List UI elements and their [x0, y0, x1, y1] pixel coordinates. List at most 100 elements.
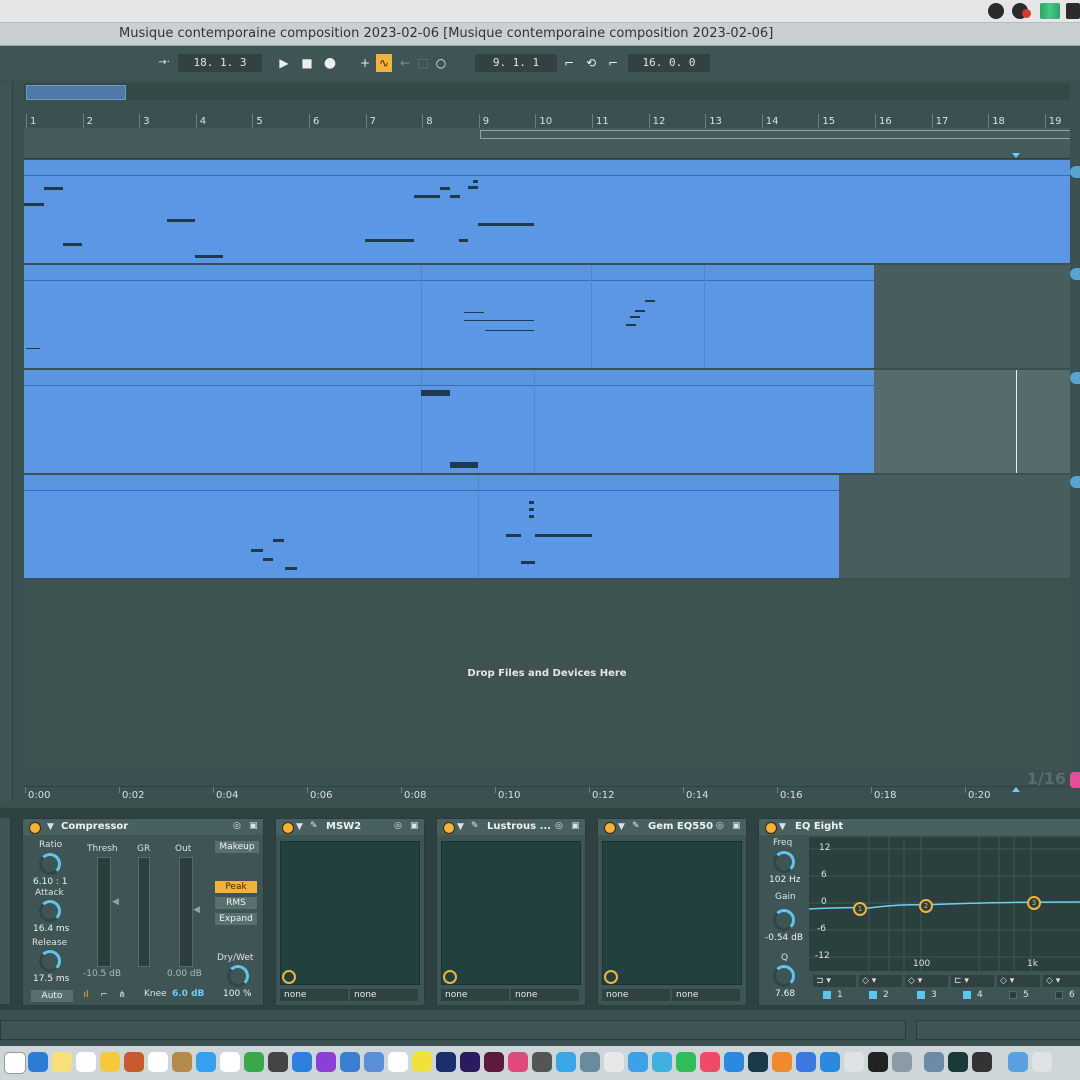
app-icon[interactable] [604, 1052, 624, 1072]
record-icon[interactable]: ● [321, 54, 339, 72]
fold-icon[interactable]: ▼ [47, 822, 54, 832]
band-toggle[interactable] [1009, 991, 1017, 999]
eq-band-point[interactable]: 2 [919, 899, 933, 913]
empty-track-area[interactable] [839, 475, 1070, 578]
envelope-icon[interactable]: ⌐ [97, 989, 111, 1001]
music-app-icon[interactable] [316, 1052, 336, 1072]
app-icon[interactable] [972, 1052, 992, 1072]
master-indicator[interactable] [1070, 772, 1080, 788]
capture-icon[interactable]: ⬚ [414, 54, 432, 72]
beat-time-ruler[interactable]: 1 2 3 4 5 6 7 8 9 10 11 12 13 14 15 16 17 18 19 [24, 114, 1070, 129]
preset-icon[interactable]: ◎ [716, 821, 724, 831]
device-on-icon[interactable] [604, 822, 616, 834]
musescore-icon[interactable] [340, 1052, 360, 1072]
clip-header[interactable] [24, 160, 1070, 176]
clip-header[interactable] [24, 370, 874, 386]
safari-icon[interactable] [28, 1052, 48, 1072]
input-select[interactable]: none [602, 989, 670, 1001]
follow-icon[interactable]: →· [154, 54, 174, 72]
app-icon[interactable] [796, 1052, 816, 1072]
clip-header[interactable] [24, 475, 839, 491]
ratio-knob[interactable] [39, 853, 61, 875]
app-icon[interactable] [924, 1052, 944, 1072]
track-fold-icon[interactable] [1070, 476, 1080, 488]
fold-icon[interactable]: ▼ [618, 822, 625, 832]
play-icon[interactable]: ▶ [275, 54, 293, 72]
device-on-icon[interactable] [443, 822, 455, 834]
loop-switch-icon[interactable]: ⟲ [582, 54, 600, 72]
out-value[interactable]: 0.00 dB [167, 969, 202, 979]
output-select[interactable]: none [511, 989, 579, 1001]
terminal-icon[interactable] [868, 1052, 888, 1072]
band-toggle[interactable] [869, 991, 877, 999]
textedit-icon[interactable] [76, 1052, 96, 1072]
app-icon[interactable] [556, 1052, 576, 1072]
drop-zone[interactable]: Drop Files and Devices Here 1/16 [24, 580, 1070, 788]
photoshop-icon[interactable] [436, 1052, 456, 1072]
pages-icon[interactable] [220, 1052, 240, 1072]
knee-value[interactable]: 6.0 dB [172, 989, 204, 999]
session-record-icon[interactable]: ○ [432, 54, 450, 72]
fold-icon[interactable]: ▼ [296, 822, 303, 832]
ratio-value[interactable]: 6.10 : 1 [33, 877, 68, 887]
app-icon[interactable] [628, 1052, 648, 1072]
msw2-device[interactable]: ▼ ✎ MSW2 ◎ ▣ none none [275, 818, 425, 1006]
mi-icon[interactable] [388, 1052, 408, 1072]
midi-clip[interactable] [24, 370, 874, 473]
empty-track-area[interactable] [874, 265, 1070, 368]
folder-icon[interactable] [1008, 1052, 1028, 1072]
band-toggle[interactable] [1055, 991, 1063, 999]
app-icon[interactable] [724, 1052, 744, 1072]
fold-icon[interactable]: ▼ [779, 822, 786, 832]
plugin-panel[interactable] [280, 841, 420, 985]
app-icon[interactable] [364, 1052, 384, 1072]
stickies-icon[interactable] [100, 1052, 120, 1072]
notes-icon[interactable] [52, 1052, 72, 1072]
document-icon[interactable] [148, 1052, 168, 1072]
release-knob[interactable] [39, 950, 61, 972]
eq-display[interactable]: 12 6 0 -6 -12 100 1k 1 2 3 [809, 837, 1080, 971]
wrench-icon[interactable]: ✎ [471, 821, 479, 831]
waveform-icon[interactable] [1040, 3, 1060, 19]
band-filter-select[interactable]: ⊐ ▾ [813, 975, 856, 987]
punch-out-icon[interactable]: ⌐ [604, 54, 622, 72]
band-filter-select[interactable]: ◇ ▾ [905, 975, 948, 987]
app-icon[interactable] [652, 1052, 672, 1072]
peak-button[interactable]: Peak [215, 881, 257, 893]
loop-length[interactable]: 16. 0. 0 [628, 54, 710, 72]
band-toggle[interactable] [963, 991, 971, 999]
makeup-button[interactable]: Makeup [215, 841, 259, 853]
stop-icon[interactable]: ■ [298, 54, 316, 72]
clip-header[interactable] [24, 265, 874, 281]
sidechain-icon[interactable]: ⋔ [115, 989, 129, 1001]
input-select[interactable]: none [441, 989, 509, 1001]
midi-clip[interactable] [24, 475, 839, 578]
app-icon[interactable] [580, 1052, 600, 1072]
indesign-icon[interactable] [484, 1052, 504, 1072]
band-toggle[interactable] [917, 991, 925, 999]
eq-band-point[interactable]: 1 [853, 902, 867, 916]
app-icon[interactable] [892, 1052, 912, 1072]
ableton-icon[interactable] [948, 1052, 968, 1072]
gem-eq550-device[interactable]: ▼ ✎ Gem EQ550 ◎ ▣ none none [597, 818, 747, 1006]
live-icon[interactable] [292, 1052, 312, 1072]
output-select[interactable]: none [350, 989, 418, 1001]
time-ruler[interactable]: 0:00 0:02 0:04 0:06 0:08 0:10 0:12 0:14 0:16 0:18… [24, 786, 1070, 803]
numbers-icon[interactable] [244, 1052, 264, 1072]
wrench-icon[interactable]: ✎ [310, 821, 318, 831]
premiere-icon[interactable] [460, 1052, 480, 1072]
track-2[interactable] [24, 265, 1070, 369]
track-fold-icon[interactable] [1070, 372, 1080, 384]
menu-extra-icon[interactable] [1066, 3, 1080, 19]
arrangement-position[interactable]: 18. 1. 3 [178, 54, 262, 72]
preset-icon[interactable]: ◎ [394, 821, 402, 831]
auto-release-button[interactable]: Auto [31, 990, 73, 1002]
track-fold-icon[interactable] [1070, 166, 1080, 178]
empty-track-area[interactable] [874, 370, 1070, 473]
track-fold-icon[interactable] [1070, 268, 1080, 280]
band-filter-select[interactable]: ◇ ▾ [859, 975, 902, 987]
drywet-knob[interactable] [227, 965, 249, 987]
eq-eight-device[interactable]: ▼ EQ Eight Freq 102 Hz Gain -0.54 dB Q 7… [758, 818, 1080, 1006]
save-icon[interactable]: ▣ [732, 821, 741, 831]
drywet-value[interactable]: 100 % [223, 989, 252, 999]
